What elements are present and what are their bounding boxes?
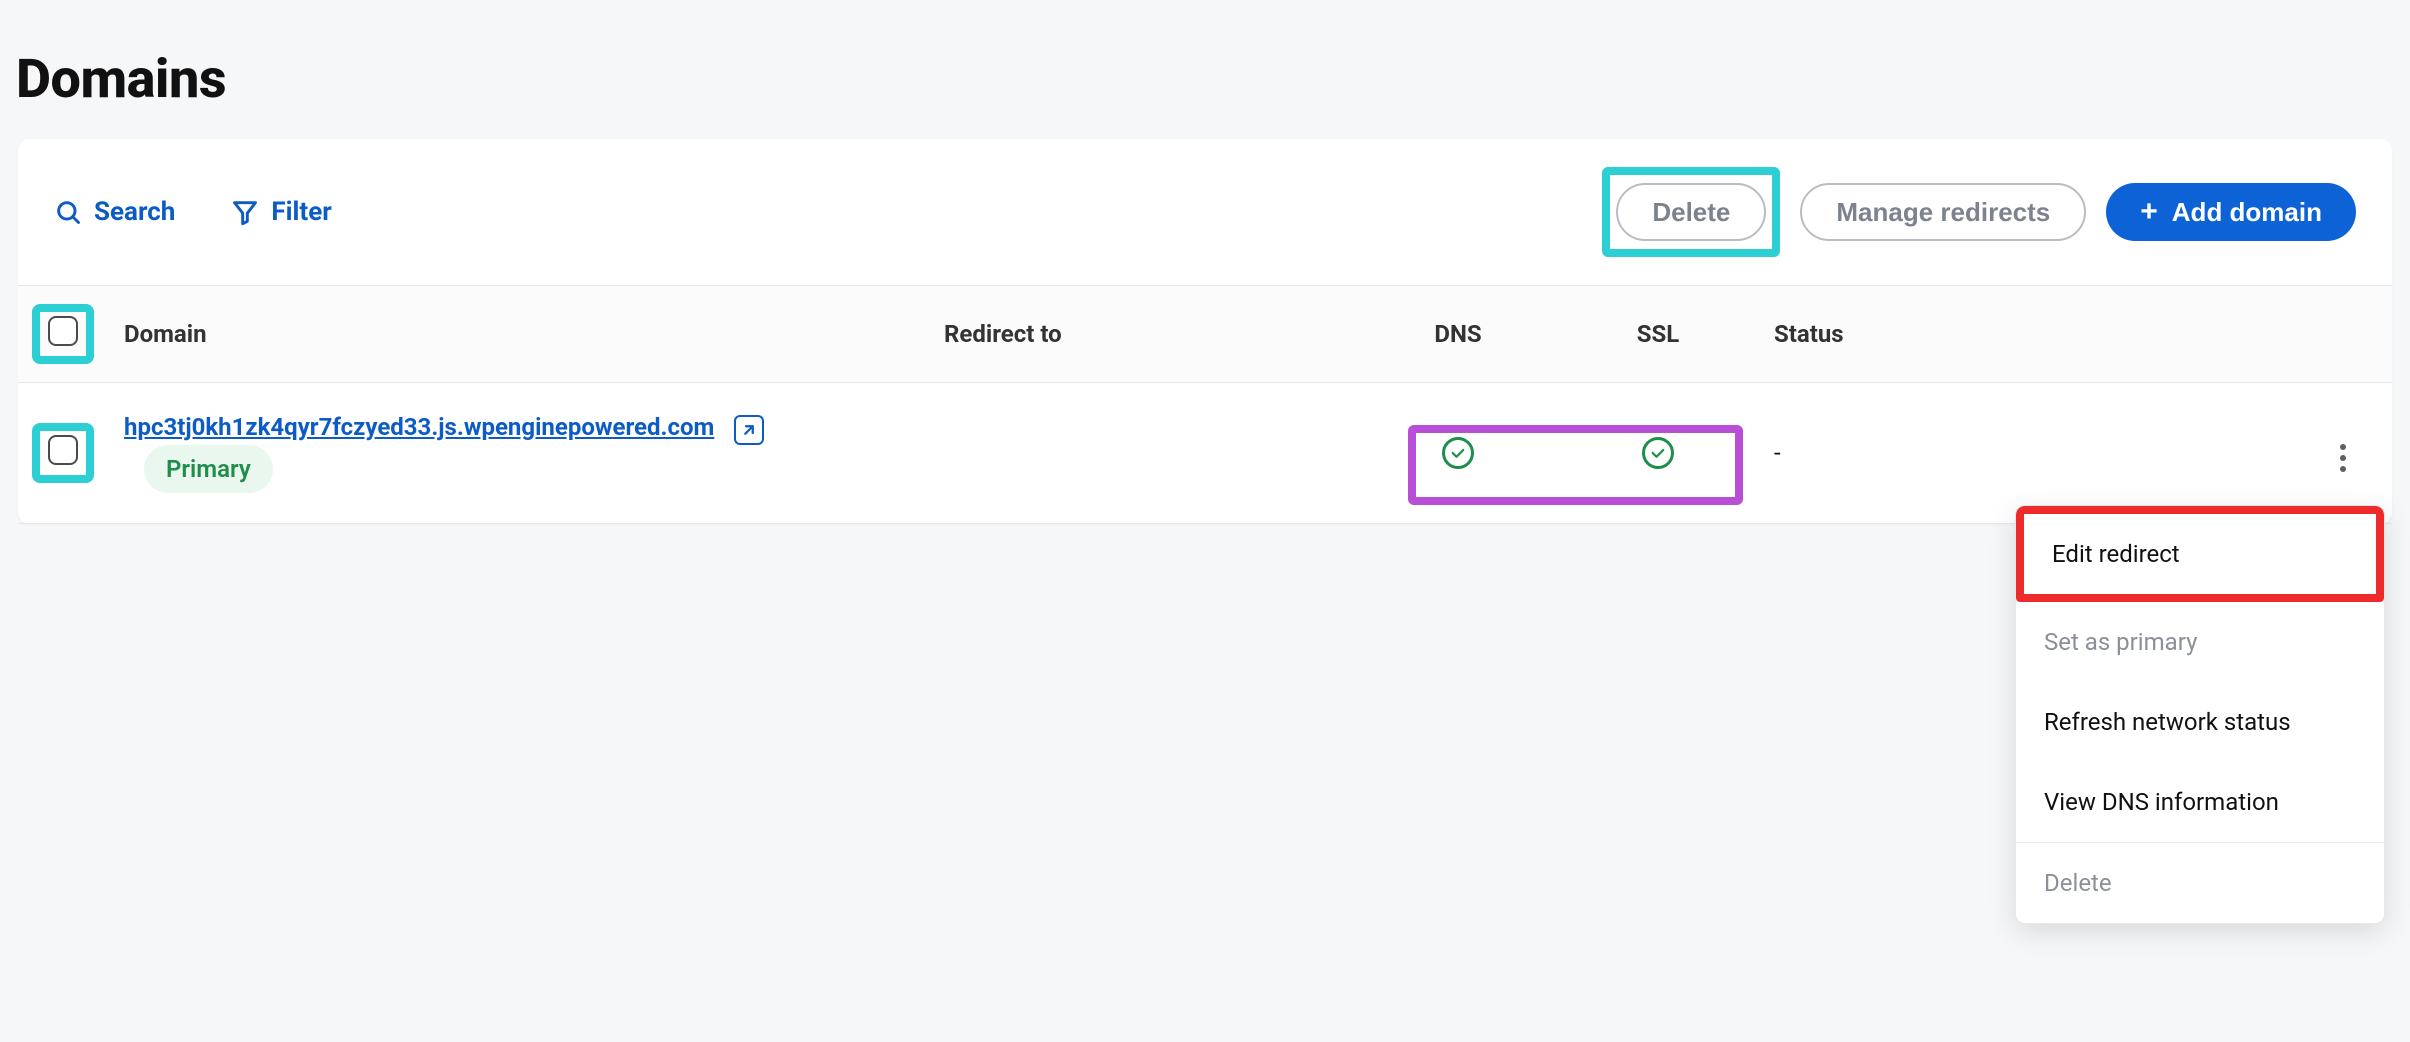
column-header-status: Status — [1758, 286, 2118, 383]
filter-icon — [231, 198, 259, 226]
ssl-ok-icon — [1642, 437, 1674, 469]
column-header-redirect: Redirect to — [928, 286, 1358, 383]
menu-item-edit-redirect[interactable]: Edit redirect — [2016, 506, 2384, 602]
external-link-button[interactable] — [734, 415, 764, 445]
search-icon — [54, 198, 82, 226]
external-link-icon — [740, 421, 758, 439]
domains-card: Search Filter Delete Manage redirects + … — [18, 139, 2392, 524]
search-button[interactable]: Search — [54, 197, 175, 227]
domain-link[interactable]: hpc3tj0kh1zk4qyr7fczyed33.js.wpenginepow… — [124, 413, 714, 441]
add-domain-label: Add domain — [2172, 197, 2322, 228]
column-header-dns: DNS — [1358, 286, 1558, 383]
annotation-select-all-highlight — [36, 308, 90, 360]
dns-ok-icon — [1442, 437, 1474, 469]
add-domain-button[interactable]: + Add domain — [2106, 183, 2356, 241]
row-context-menu: Edit redirect Set as primary Refresh net… — [2015, 505, 2385, 924]
row-more-button[interactable] — [2334, 438, 2352, 478]
status-cell: - — [1758, 383, 2118, 524]
page-title: Domains — [16, 48, 2410, 111]
column-header-domain: Domain — [108, 286, 928, 383]
menu-item-set-primary: Set as primary — [2016, 602, 2384, 682]
menu-item-delete: Delete — [2016, 842, 2384, 923]
primary-badge: Primary — [144, 445, 273, 493]
filter-button[interactable]: Filter — [231, 197, 331, 227]
domains-table: Domain Redirect to DNS SSL Status — [18, 285, 2392, 524]
redirect-cell — [928, 383, 1358, 524]
table-row: hpc3tj0kh1zk4qyr7fczyed33.js.wpenginepow… — [18, 383, 2392, 524]
manage-redirects-button[interactable]: Manage redirects — [1800, 183, 2086, 241]
annotation-row-checkbox-highlight — [36, 427, 90, 479]
toolbar: Search Filter Delete Manage redirects + … — [18, 139, 2392, 285]
row-checkbox[interactable] — [48, 435, 78, 465]
select-all-checkbox[interactable] — [48, 316, 78, 346]
menu-item-refresh-network[interactable]: Refresh network status — [2016, 682, 2384, 762]
search-label: Search — [94, 197, 175, 227]
delete-button[interactable]: Delete — [1616, 183, 1766, 241]
plus-icon: + — [2140, 197, 2158, 227]
annotation-delete-highlight: Delete — [1602, 167, 1780, 257]
column-header-ssl: SSL — [1558, 286, 1758, 383]
menu-item-view-dns[interactable]: View DNS information — [2016, 762, 2384, 842]
filter-label: Filter — [271, 197, 331, 227]
